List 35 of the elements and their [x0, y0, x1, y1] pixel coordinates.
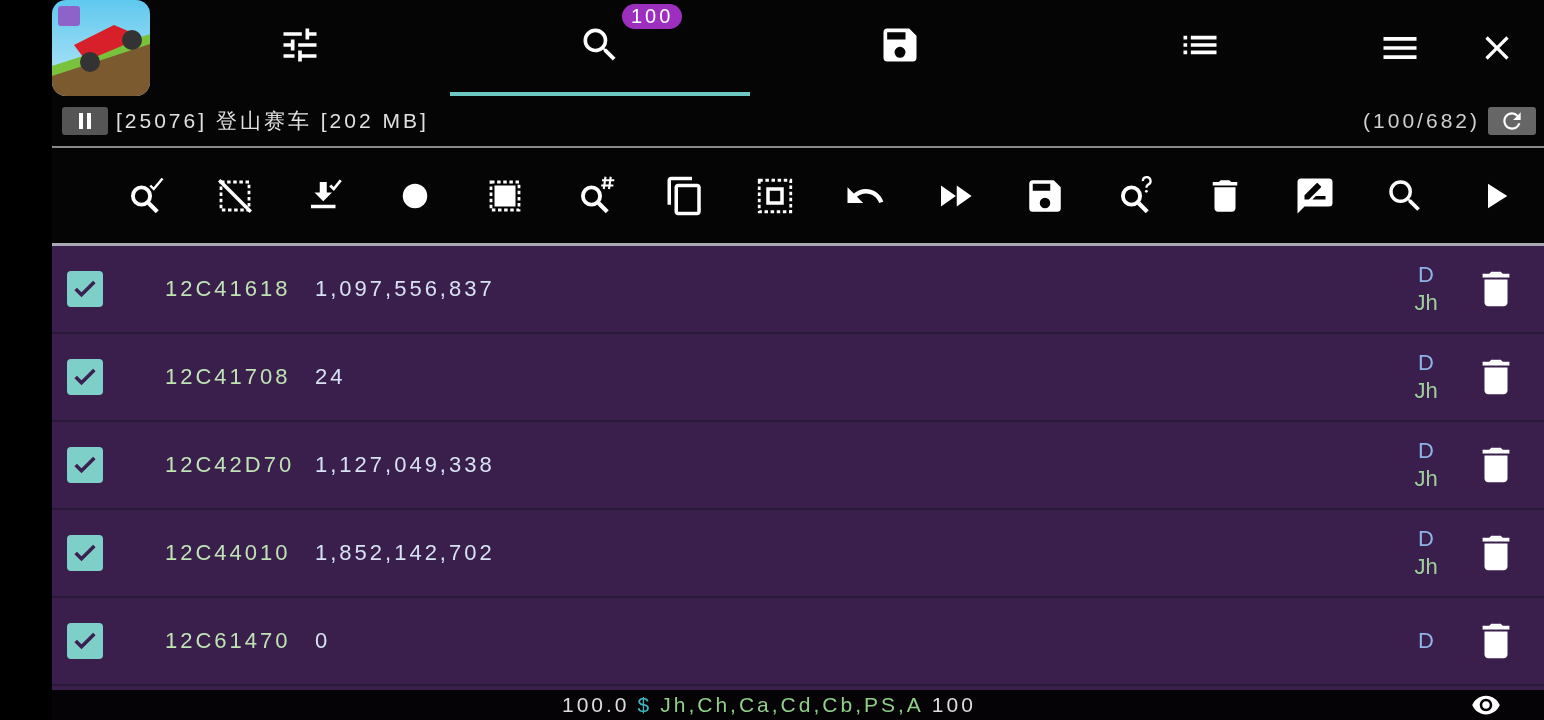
region-label: Jh — [1414, 289, 1438, 317]
region-list: Jh,Ch,Ca,Cd,Cb,PS,A — [660, 693, 924, 717]
type-label: D — [1418, 627, 1434, 655]
type-symbol: $ — [637, 693, 653, 717]
checkbox[interactable] — [67, 271, 103, 307]
value-text: 1,097,556,837 — [315, 276, 495, 302]
tab[interactable]: 100 — [450, 0, 750, 96]
checkbox[interactable] — [67, 623, 103, 659]
count-badge: 100 — [622, 4, 683, 29]
result-count: (100/682) — [1363, 109, 1480, 133]
type-label: D — [1418, 261, 1434, 289]
value-text: 24 — [315, 364, 346, 390]
checkbox[interactable] — [67, 447, 103, 483]
type-label: D — [1418, 437, 1434, 465]
region-label: Jh — [1414, 553, 1438, 581]
region-label: Jh — [1414, 465, 1438, 493]
address-text: 12C61470 — [165, 628, 292, 654]
checkbox[interactable] — [67, 359, 103, 395]
value-text: 1,127,049,338 — [315, 452, 495, 478]
address-text: 12C41708 — [165, 364, 292, 390]
process-label: [25076] 登山赛车 [202 MB] — [116, 108, 429, 134]
checkbox[interactable] — [67, 535, 103, 571]
type-label: D — [1418, 525, 1434, 553]
app-icon[interactable] — [52, 0, 150, 96]
address-text: 12C44010 — [165, 540, 292, 566]
value-text: 0 — [315, 628, 331, 654]
address-text: 12C41618 — [165, 276, 292, 302]
type-label: D — [1418, 349, 1434, 377]
region-label: Jh — [1414, 377, 1438, 405]
refresh-button[interactable] — [1488, 107, 1536, 135]
count-text: 100 — [931, 693, 976, 717]
address-text: 12C42D70 — [165, 452, 296, 478]
value-text: 1,852,142,702 — [315, 540, 495, 566]
value-text: 100.0 — [562, 693, 630, 717]
pause-button[interactable] — [62, 107, 108, 135]
